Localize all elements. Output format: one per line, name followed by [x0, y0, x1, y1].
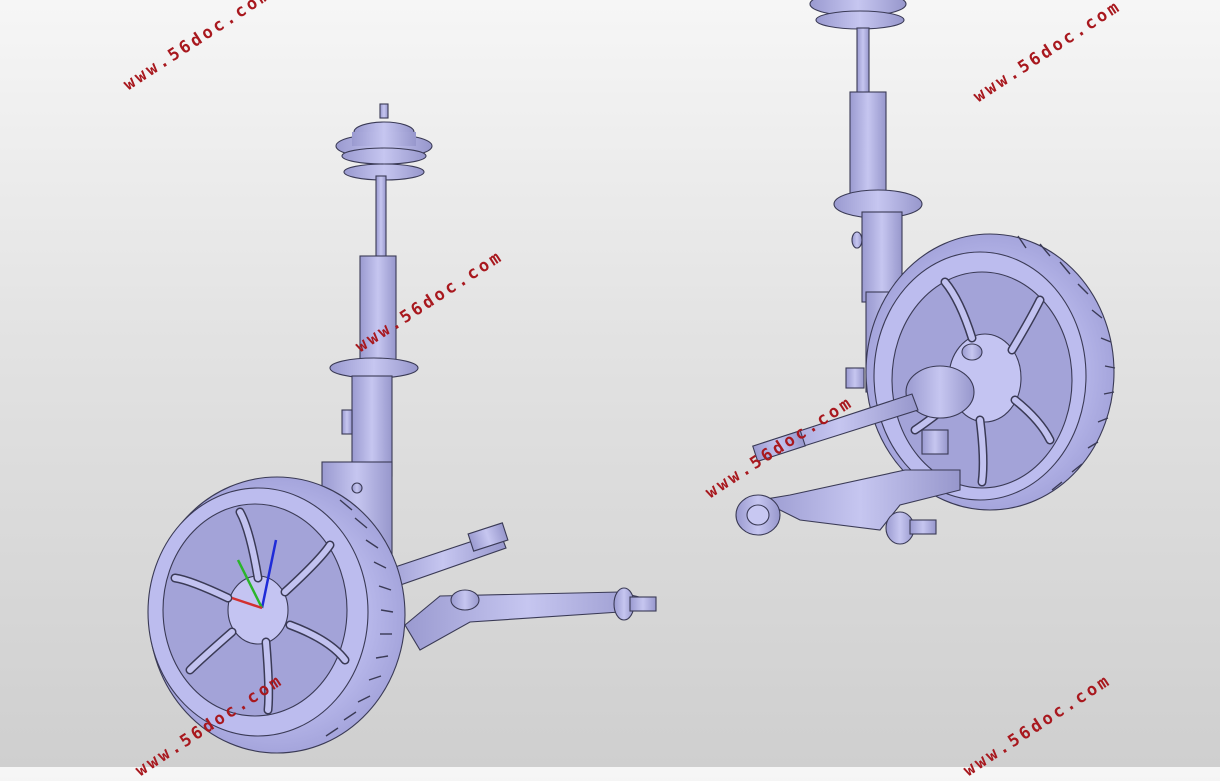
right-wheel	[865, 233, 1116, 511]
lower-control-arm	[735, 469, 961, 545]
cad-viewport[interactable]	[0, 0, 1220, 767]
left-wheel	[147, 476, 406, 754]
lower-control-arm	[404, 587, 657, 651]
strut-piston-rod	[856, 27, 870, 99]
right-suspension-assembly[interactable]	[735, 0, 1116, 545]
strut-piston-rod	[375, 175, 387, 259]
strut-top-mount	[335, 103, 433, 181]
strut-top-mount	[809, 0, 907, 30]
left-suspension-assembly[interactable]	[147, 103, 657, 754]
